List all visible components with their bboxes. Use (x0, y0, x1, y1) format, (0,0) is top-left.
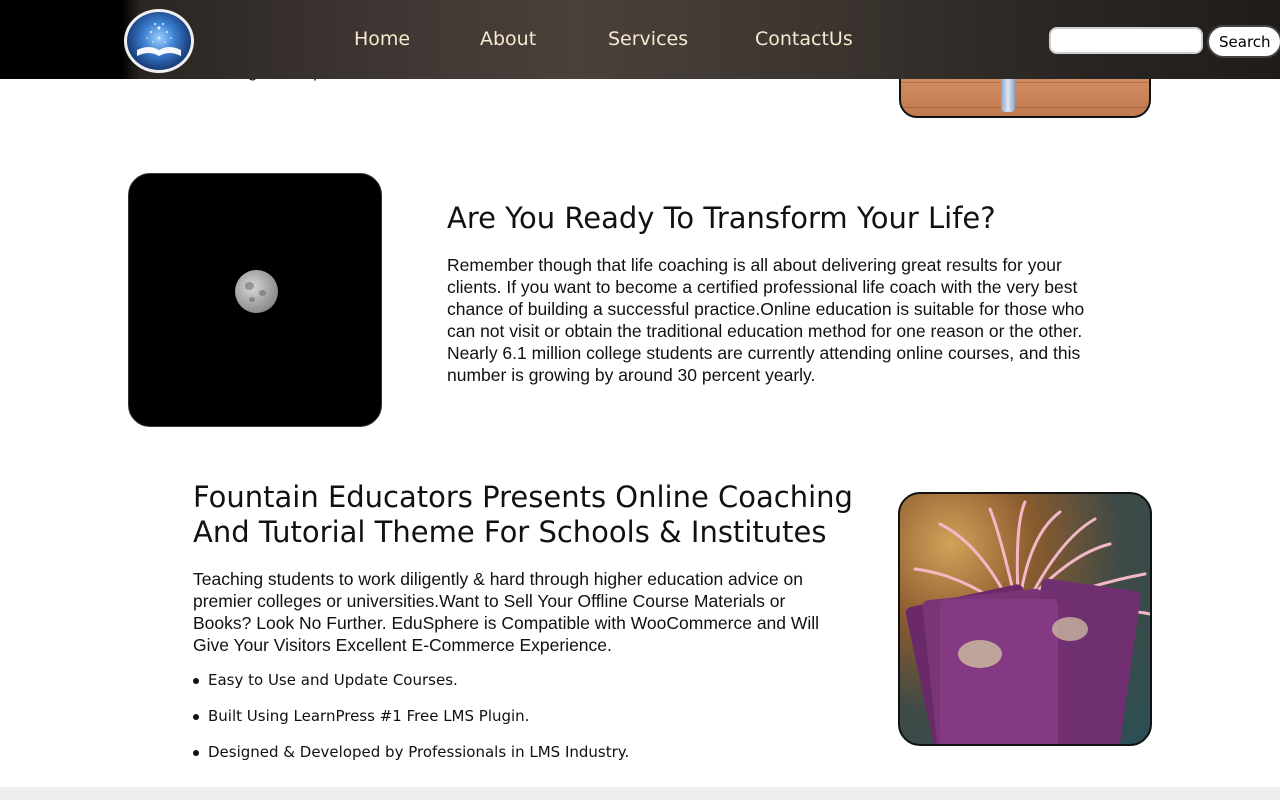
bookmarks-graphic (905, 500, 1150, 744)
fountain-body: Teaching students to work diligently & h… (193, 569, 820, 655)
nav-services[interactable]: Services (608, 28, 688, 50)
nav-about[interactable]: About (480, 28, 536, 50)
search-input[interactable] (1049, 27, 1203, 54)
search-button[interactable]: Search (1207, 25, 1280, 58)
footer-edge (0, 787, 1280, 800)
logo[interactable] (124, 9, 194, 73)
open-book-logo-icon (137, 23, 181, 56)
feature-list: Easy to Use and Update Courses. Built Us… (193, 669, 629, 777)
feature-item: Easy to Use and Update Courses. (193, 669, 629, 705)
nav-home[interactable]: Home (354, 28, 410, 50)
moon-image (128, 173, 382, 427)
moon-icon (235, 270, 278, 313)
feature-item: Designed & Developed by Professionals in… (193, 741, 629, 777)
feature-item: Built Using LearnPress #1 Free LMS Plugi… (193, 705, 629, 741)
transform-body: Remember though that life coaching is al… (447, 255, 1085, 385)
nav-contact-us[interactable]: ContactUs (755, 28, 853, 50)
site-header: Home About Services ContactUs Search (0, 0, 1280, 79)
bookmarks-image (898, 492, 1152, 746)
fountain-title: Fountain Educators Presents Online Coach… (193, 480, 853, 549)
transform-title: Are You Ready To Transform Your Life? (447, 201, 996, 235)
